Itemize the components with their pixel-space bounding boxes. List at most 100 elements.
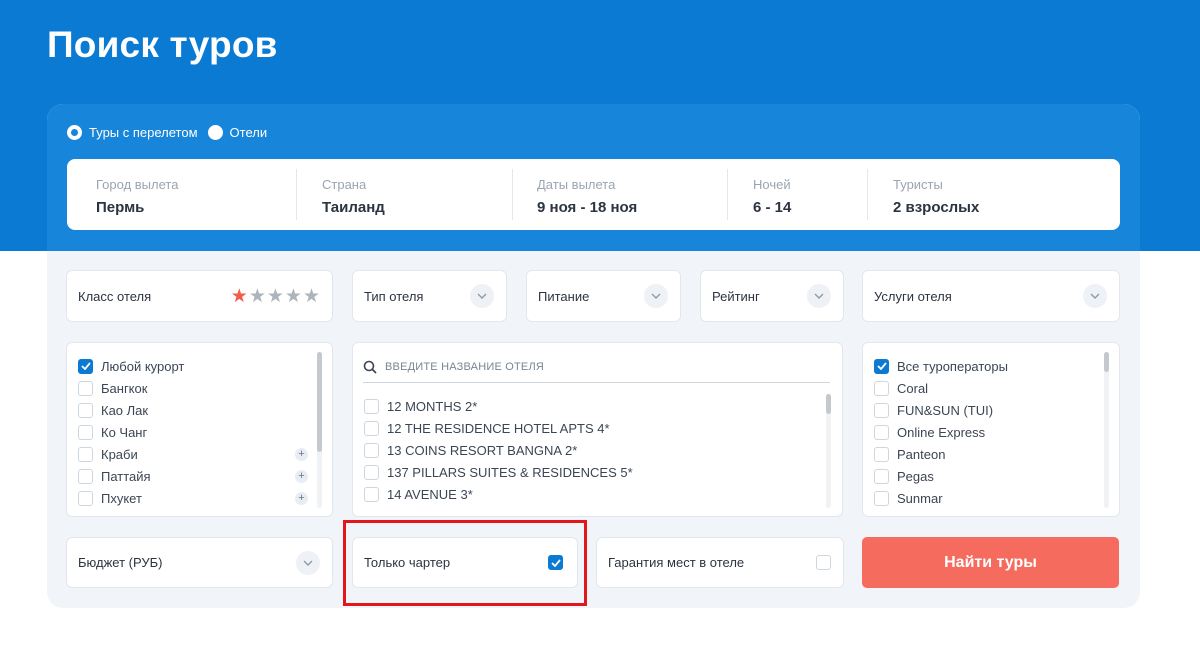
list-item-label: Sunmar [897,490,943,506]
checkbox[interactable] [78,402,93,418]
list-item[interactable]: Ко Чанг [67,421,332,443]
mode-radio-tours[interactable] [67,125,82,140]
scrollbar-thumb[interactable] [826,394,831,414]
list-item-label: 14 AVENUE 3* [387,486,473,502]
resort-items: Любой курорт Бангкок Као Лак Ко Чанг Краби + П… [67,343,332,509]
star-icon-2[interactable]: ★ [249,287,266,306]
checkbox[interactable] [364,486,379,502]
list-item-label: Паттайя [101,468,151,484]
list-item-label: Pegas [897,468,934,484]
page-title: Поиск туров [47,24,278,65]
list-item-label: Online Express [897,424,986,440]
checkbox[interactable] [78,490,93,506]
checkbox[interactable] [78,358,93,374]
list-item[interactable]: 13 COINS RESORT BANGNA 2* [353,439,633,461]
list-item-label: 12 THE RESIDENCE HOTEL APTS 4* [387,420,610,436]
checkbox[interactable] [78,424,93,440]
nights-field[interactable]: Ночей 6 - 14 [753,159,867,230]
list-item[interactable]: Pegas [863,465,1119,487]
list-item[interactable]: FUN&SUN (TUI) [863,399,1119,421]
find-tours-button[interactable]: Найти туры [862,537,1119,588]
country-field[interactable]: Страна Таиланд [322,159,512,230]
dates-label: Даты вылета [537,177,616,192]
divider [867,169,868,220]
mode-label-tours[interactable]: Туры с перелетом [89,125,198,140]
star-icon-1[interactable]: ★ [231,287,248,306]
resort-list: Любой курорт Бангкок Као Лак Ко Чанг Краби + П… [66,342,333,517]
checkbox[interactable] [874,446,889,462]
checkbox[interactable] [78,380,93,396]
list-item-label: Panteon [897,446,946,462]
hotel-search-input[interactable] [385,360,805,373]
checkbox[interactable] [364,442,379,458]
country-value: Таиланд [322,199,385,216]
rating-dropdown[interactable]: Рейтинг [700,270,844,322]
list-item[interactable]: Panteon [863,443,1119,465]
tourists-field[interactable]: Туристы 2 взрослых [893,159,1093,230]
list-item[interactable]: 137 PILLARS SUITES & RESIDENCES 5* [353,461,633,483]
star-icon-4[interactable]: ★ [285,287,302,306]
chevron-down-icon[interactable] [1083,284,1107,308]
mode-label-hotels[interactable]: Отели [230,125,268,140]
hotel-search [363,351,830,383]
scrollbar-thumb[interactable] [1104,352,1109,372]
resort-scrollbar[interactable] [317,352,322,508]
list-item-label: Coral [897,380,929,396]
checkbox[interactable] [874,402,889,418]
chevron-down-icon[interactable] [644,284,668,308]
hotel-type-dropdown[interactable]: Тип отеля [352,270,507,322]
hotel-guarantee-toggle[interactable]: Гарантия мест в отеле [596,537,844,588]
expand-plus-icon[interactable]: + [295,447,308,461]
dates-field[interactable]: Даты вылета 9 ноя - 18 ноя [537,159,727,230]
expand-plus-icon[interactable]: + [295,491,308,505]
checkbox[interactable] [874,490,889,506]
hotel-scrollbar[interactable] [826,394,831,508]
list-item[interactable]: Online Express [863,421,1119,443]
list-item[interactable]: Все туроператоры [863,355,1119,377]
chevron-down-icon[interactable] [807,284,831,308]
scrollbar-thumb[interactable] [317,352,322,452]
checkbox[interactable] [874,424,889,440]
hotel-guarantee-label: Гарантия мест в отеле [608,555,745,570]
budget-dropdown[interactable]: Бюджет (РУБ) [66,537,333,588]
list-item[interactable]: Краби + [67,443,332,465]
checkbox[interactable] [874,358,889,374]
list-item[interactable]: Бангкок [67,377,332,399]
star-icon-5[interactable]: ★ [303,287,320,306]
expand-plus-icon[interactable]: + [295,469,308,483]
star-icon-3[interactable]: ★ [267,287,284,306]
meal-dropdown[interactable]: Питание [526,270,681,322]
list-item[interactable]: Паттайя + [67,465,332,487]
chevron-down-icon[interactable] [296,550,320,575]
departure-city-value: Пермь [96,199,145,216]
list-item[interactable]: 14 AVENUE 3* [353,483,633,505]
checkbox[interactable] [874,380,889,396]
checkbox[interactable] [364,398,379,414]
list-item[interactable]: 12 MONTHS 2* [353,395,633,417]
operator-items: Все туроператоры Coral FUN&SUN (TUI) Online… [863,343,1119,509]
list-item-label: Као Лак [101,402,149,418]
checkbox[interactable] [364,464,379,480]
list-item-label: 137 PILLARS SUITES & RESIDENCES 5* [387,464,633,480]
operator-scrollbar[interactable] [1104,352,1109,508]
hotel-list: 12 MONTHS 2* 12 THE RESIDENCE HOTEL APTS … [352,342,843,517]
list-item[interactable]: Любой курорт [67,355,332,377]
budget-label: Бюджет (РУБ) [78,555,163,570]
list-item[interactable]: Пхукет + [67,487,332,509]
chevron-down-icon[interactable] [470,284,494,308]
hotel-class-stars: ★ ★ ★ ★ ★ [231,287,320,306]
list-item[interactable]: 12 THE RESIDENCE HOTEL APTS 4* [353,417,633,439]
checkbox[interactable] [874,468,889,484]
hotel-guarantee-checkbox[interactable] [816,555,831,570]
departure-city-label: Город вылета [96,177,179,192]
list-item[interactable]: Као Лак [67,399,332,421]
departure-city-field[interactable]: Город вылета Пермь [96,159,296,230]
list-item[interactable]: Coral [863,377,1119,399]
checkbox[interactable] [364,420,379,436]
mode-radio-hotels[interactable] [207,125,223,140]
checkbox[interactable] [78,468,93,484]
checkbox[interactable] [78,446,93,462]
hotel-class-filter[interactable]: Класс отеля ★ ★ ★ ★ ★ [66,270,333,322]
list-item[interactable]: Sunmar [863,487,1119,509]
services-dropdown[interactable]: Услуги отеля [862,270,1120,322]
